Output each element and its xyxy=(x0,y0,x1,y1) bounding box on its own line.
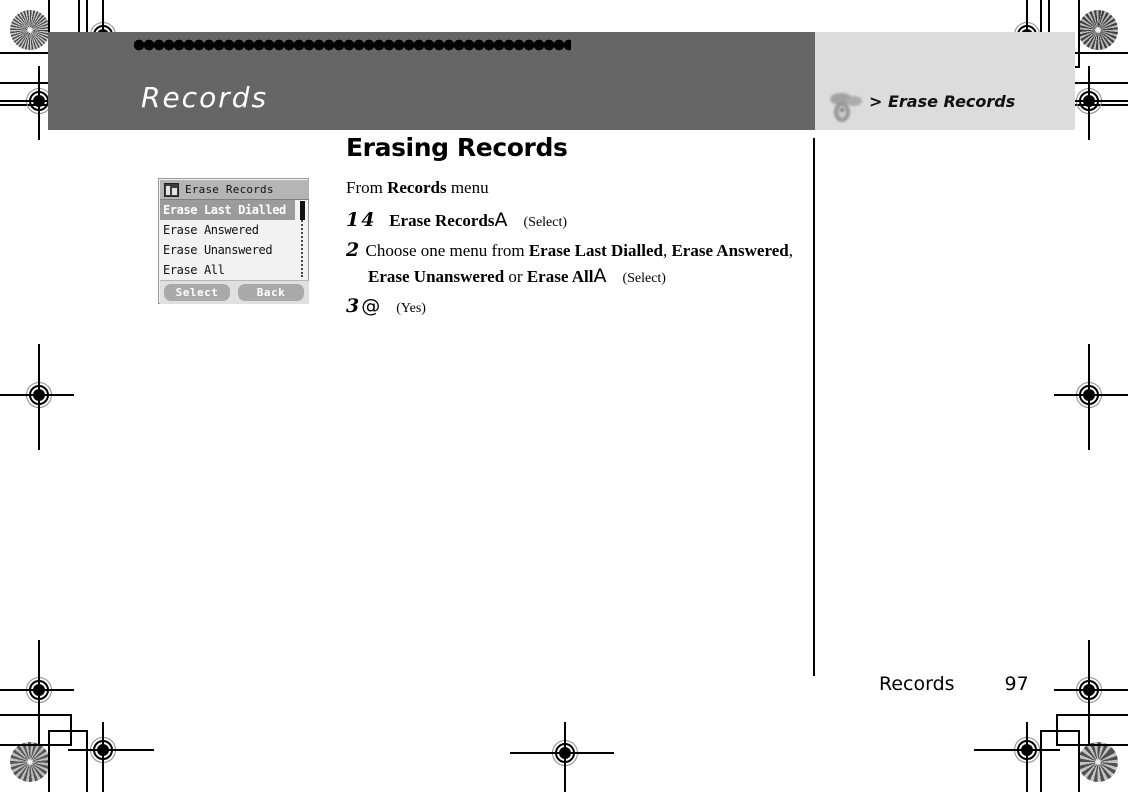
step-2: 2 Choose one menu from Erase Last Dialle… xyxy=(346,238,802,289)
cm-v11 xyxy=(1026,722,1028,792)
cm-h8 xyxy=(0,689,74,691)
lead-prefix: From xyxy=(346,177,388,197)
step-2-bold-4: Erase All xyxy=(526,266,594,286)
cm-v9 xyxy=(102,722,104,792)
trim-box-br2 xyxy=(1040,730,1080,792)
phone-menu-list: Erase Last Dialled Erase Answered Erase … xyxy=(160,200,295,280)
records-phone-icon xyxy=(827,88,867,124)
phone-title-bar: Erase Records xyxy=(160,180,309,200)
cm-h11 xyxy=(974,749,1060,751)
cm-h6 xyxy=(0,394,74,396)
article-body: Erasing Records From Records menu 14 Era… xyxy=(346,134,802,325)
cm-h9 xyxy=(68,749,154,751)
page-canvas: Records > Erase Records Erase Records Er… xyxy=(0,0,1128,792)
step-2-bold-1: Erase Last Dialled xyxy=(528,241,663,261)
registration-rosette-tr xyxy=(1078,10,1118,50)
phone-title-text: Erase Records xyxy=(185,183,274,196)
phone-screen-mockup: Erase Records Erase Last Dialled Erase A… xyxy=(158,178,309,304)
step-2-sep-3: or xyxy=(504,266,527,286)
step-1: 14 Erase RecordsA (Select) xyxy=(346,208,802,234)
cm-v7 xyxy=(1088,344,1090,450)
step-3: 3 @ (Yes) xyxy=(346,294,802,320)
column-divider-rule xyxy=(813,138,815,676)
step-2-text: Choose one menu from xyxy=(365,241,529,261)
breadcrumb: > Erase Records xyxy=(869,92,1016,111)
step-2-sep-2: , xyxy=(788,241,793,261)
lead-bold: Records xyxy=(387,177,447,197)
phone-menu-item[interactable]: Erase Answered xyxy=(160,220,295,240)
step-2-paren: (Select) xyxy=(622,270,666,286)
cm-h12 xyxy=(510,752,614,754)
step-3-key-glyph: @ xyxy=(361,295,381,318)
trim-box-bl2 xyxy=(48,730,88,792)
phone-softkey-bar: Select Back xyxy=(160,280,309,304)
phone-scrollbar[interactable] xyxy=(298,201,307,277)
article-lead: From Records menu xyxy=(346,178,802,198)
registration-rosette-br xyxy=(1078,742,1118,782)
step-1-bold: Erase Records xyxy=(389,210,495,230)
footer-page-number: 97 xyxy=(1004,673,1029,695)
footer: Records 97 xyxy=(879,673,1029,695)
step-1-number: 1 xyxy=(346,208,360,231)
records-menu-icon xyxy=(164,183,179,197)
step-3-number: 3 xyxy=(346,295,360,318)
phone-menu-item-selected[interactable]: Erase Last Dialled xyxy=(160,200,295,220)
step-2-bold-3: Erase Unanswered xyxy=(368,266,505,286)
scrollbar-thumb[interactable] xyxy=(300,201,305,220)
step-1-key-glyph: A xyxy=(494,208,508,231)
footer-chapter: Records xyxy=(879,673,955,695)
cm-v12 xyxy=(564,722,566,792)
softkey-select[interactable]: Select xyxy=(164,284,230,301)
header-zigzag-rule xyxy=(134,37,571,53)
phone-menu-item[interactable]: Erase All xyxy=(160,260,295,280)
cm-v6 xyxy=(38,344,40,450)
page-title: Records xyxy=(141,81,269,114)
cm-h7 xyxy=(1054,394,1128,396)
step-1-keypad-digit: 4 xyxy=(361,208,375,231)
step-2-key-glyph: A xyxy=(593,264,607,287)
step-1-paren: (Select) xyxy=(523,214,568,230)
softkey-back[interactable]: Back xyxy=(238,284,304,301)
registration-rosette xyxy=(10,10,50,50)
step-3-paren: (Yes) xyxy=(396,301,426,317)
cm-v2 xyxy=(38,66,40,140)
registration-rosette-bl xyxy=(10,742,50,782)
step-2-bold-2: Erase Answered xyxy=(671,241,789,261)
cm-h10 xyxy=(1054,689,1128,691)
cm-v5 xyxy=(1088,66,1090,140)
phone-menu-item[interactable]: Erase Unanswered xyxy=(160,240,295,260)
step-2-number: 2 xyxy=(346,239,360,262)
article-heading: Erasing Records xyxy=(346,133,568,162)
lead-suffix: menu xyxy=(446,177,489,197)
step-2-continuation: Erase Unanswered or Erase AllA (Select) xyxy=(346,264,802,290)
